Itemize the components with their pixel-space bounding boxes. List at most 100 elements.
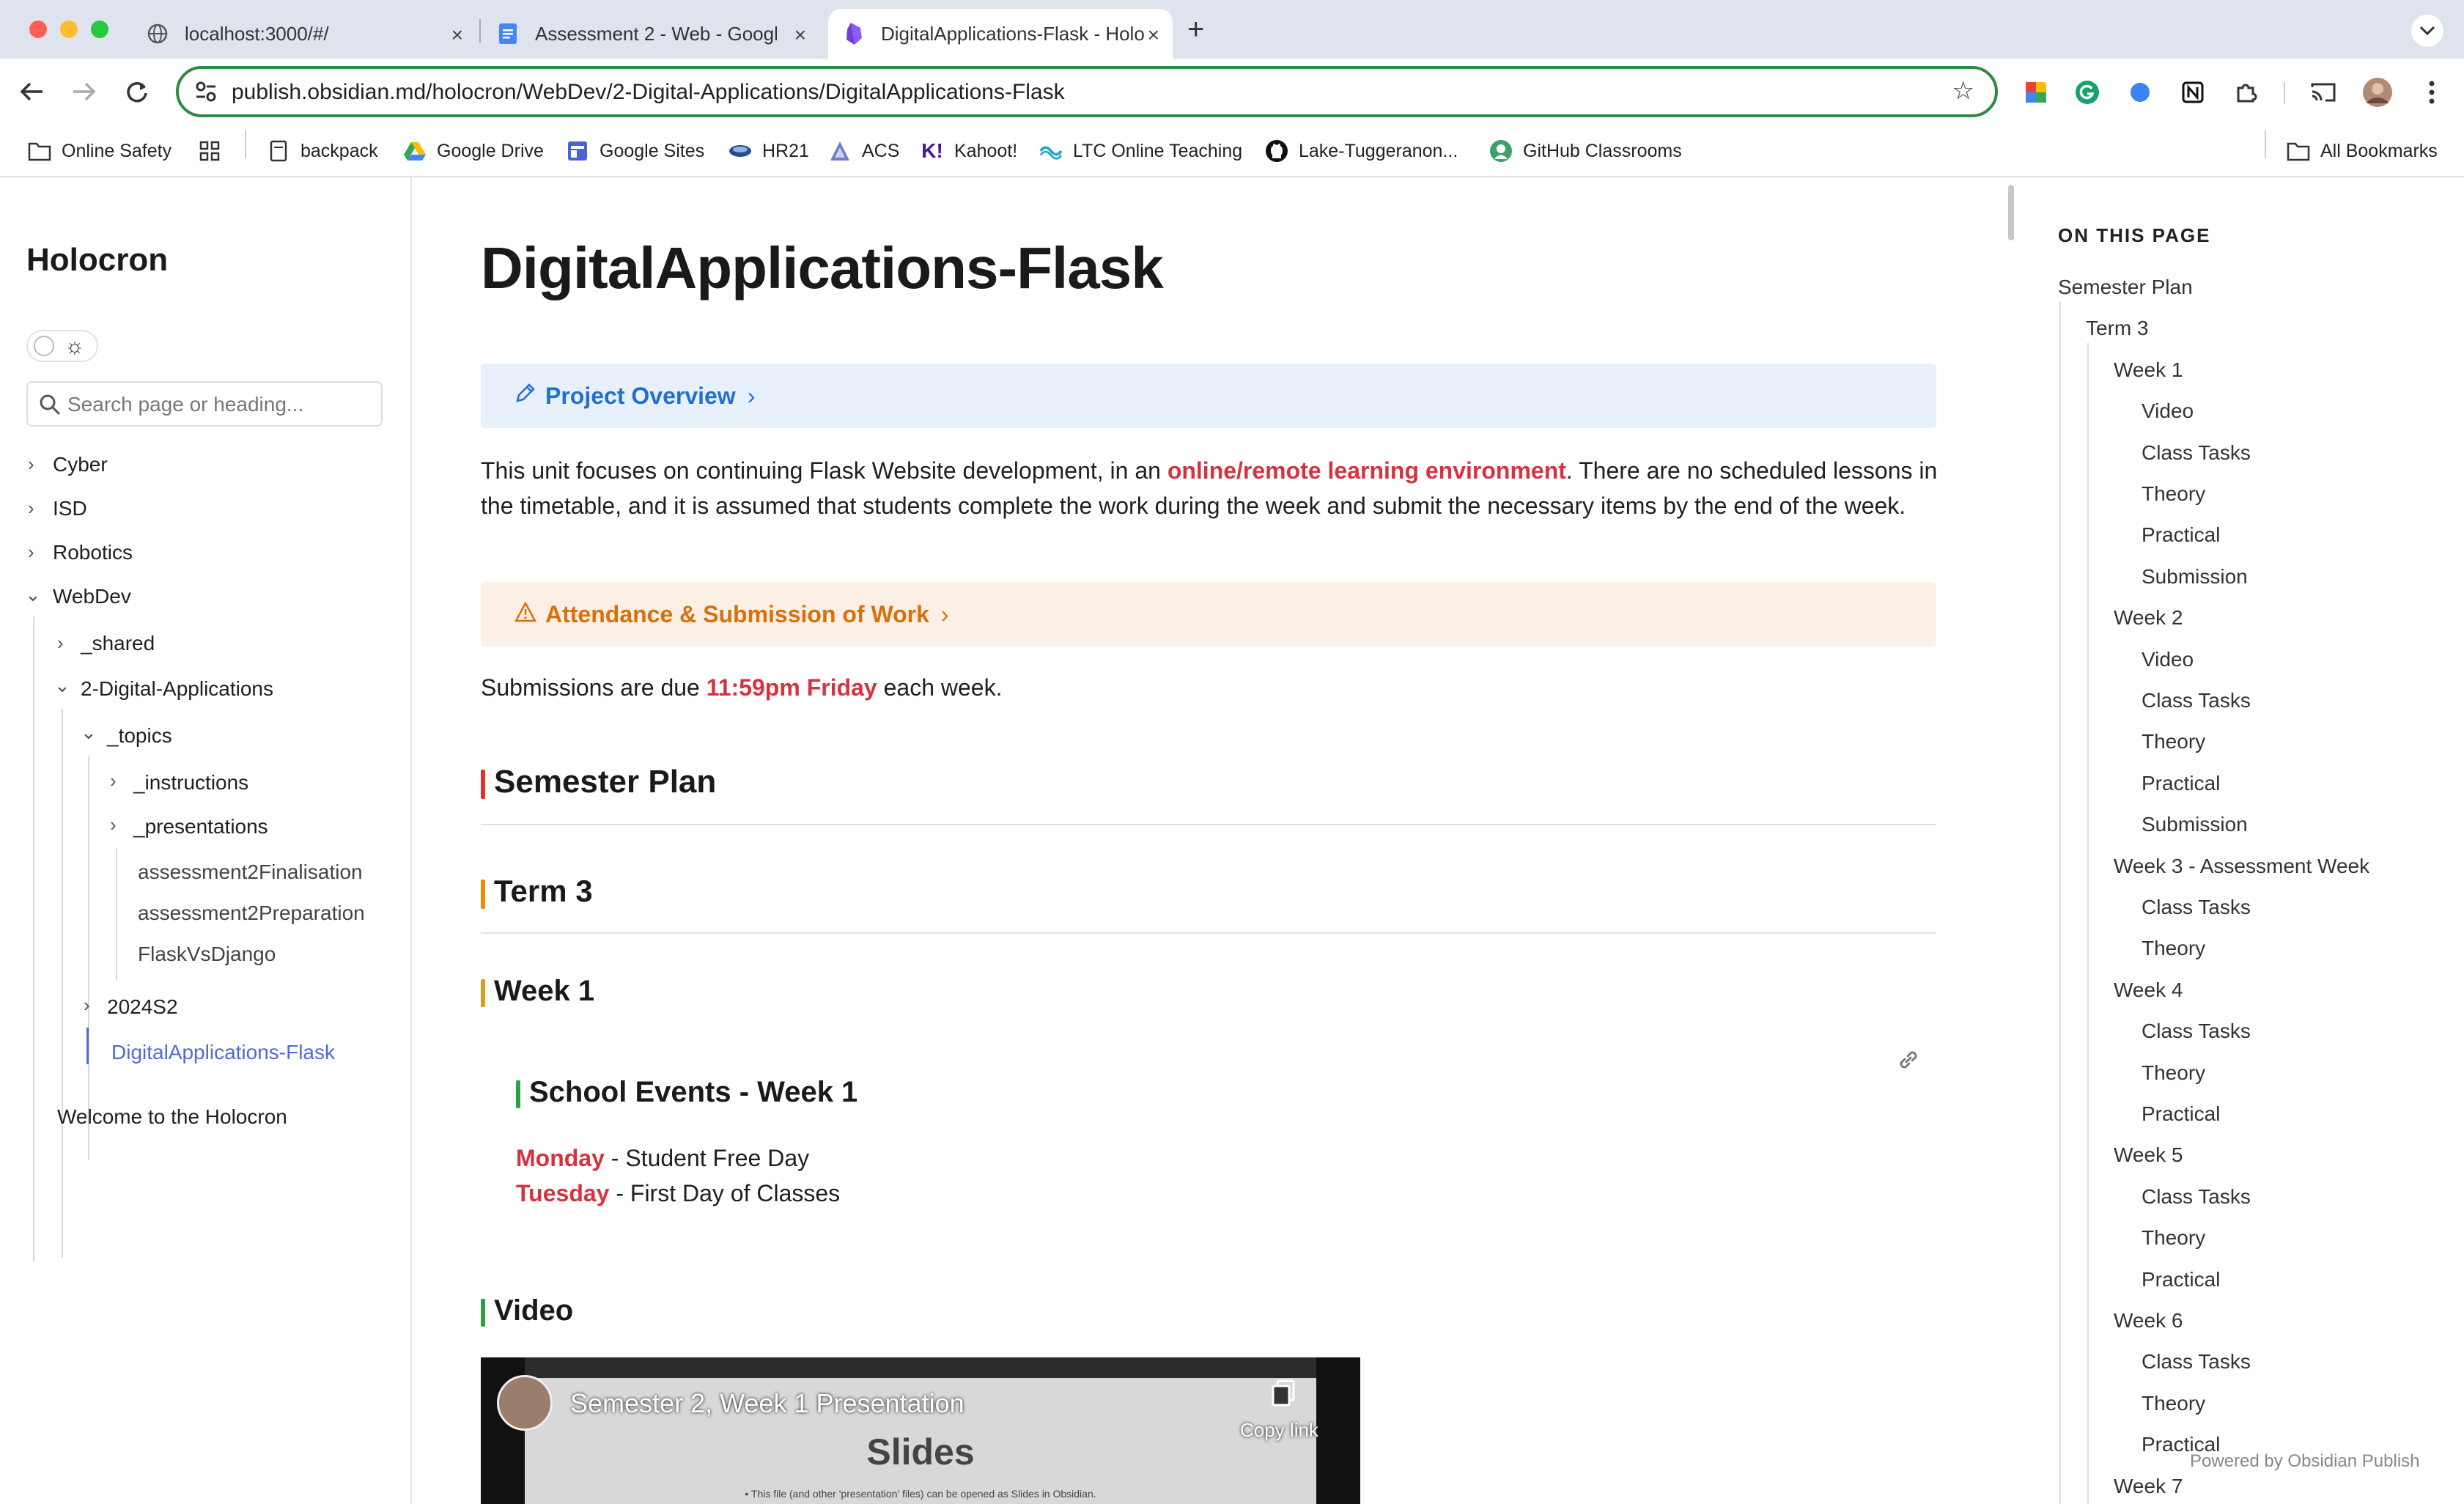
search-box[interactable] [26, 381, 383, 427]
reload-button[interactable] [120, 75, 154, 108]
toc-item[interactable]: Week 6 [2114, 1309, 2183, 1332]
bookmark-ltc-online-teaching[interactable]: LTC Online Teaching [1039, 135, 1242, 167]
toc-item[interactable]: Theory [2142, 1226, 2205, 1250]
kebab-menu-icon[interactable] [2419, 79, 2445, 106]
nav-item-digitalapplications-flask[interactable]: DigitalApplications-Flask [111, 1041, 335, 1064]
toc-item[interactable]: Submission [2142, 813, 2248, 836]
copy-link-button[interactable]: Copy link [1240, 1419, 1318, 1442]
toc-item[interactable]: Week 7 [2114, 1475, 2183, 1498]
video-embed[interactable]: Slides • This file (and other 'presentat… [481, 1357, 1360, 1504]
toc-item[interactable]: Week 3 - Assessment Week [2114, 855, 2369, 878]
nav-item-2-digital-applications[interactable]: 2-Digital-Applications [81, 677, 273, 701]
close-tab-icon[interactable]: × [1148, 23, 1159, 47]
profile-avatar[interactable] [2361, 76, 2394, 108]
toc-item[interactable]: Class Tasks [2142, 896, 2251, 919]
zoom-window-button[interactable] [91, 21, 108, 38]
powered-by[interactable]: Powered by Obsidian Publish [2190, 1451, 2420, 1472]
bookmark-github-classrooms[interactable]: GitHub Classrooms [1489, 135, 1682, 167]
toc-item[interactable]: Week 4 [2114, 978, 2183, 1002]
nav-item-assessment2preparation[interactable]: assessment2Preparation [138, 902, 365, 925]
main-scrollbar[interactable] [2008, 185, 2014, 240]
chevron-right-icon[interactable]: › [28, 497, 34, 520]
site-title[interactable]: Holocron [26, 242, 168, 279]
nav-item-flaskvsdjango[interactable]: FlaskVsDjango [138, 943, 276, 966]
bookmark-google-sites[interactable]: Google Sites [566, 135, 704, 167]
photos-extension-icon[interactable] [2023, 79, 2049, 106]
toc-item[interactable]: Submission [2142, 565, 2248, 589]
chevron-down-icon[interactable]: ⌄ [25, 583, 41, 606]
chevron-right-icon[interactable]: › [28, 541, 34, 564]
nav-item-instructions[interactable]: _instructions [133, 771, 248, 795]
close-window-button[interactable] [29, 21, 47, 38]
nav-item-robotics[interactable]: Robotics [53, 541, 133, 564]
bookmark-apps[interactable] [198, 135, 232, 167]
nav-item-webdev[interactable]: WebDev [53, 585, 131, 608]
address-bar[interactable]: publish.obsidian.md/holocron/WebDev/2-Di… [176, 66, 1998, 117]
url-text[interactable]: publish.obsidian.md/holocron/WebDev/2-Di… [232, 80, 1065, 105]
minimize-window-button[interactable] [60, 21, 78, 38]
bookmark-lake-tuggeranong[interactable]: Lake-Tuggeranon... [1265, 135, 1458, 167]
nav-item-isd[interactable]: ISD [53, 497, 87, 520]
toc-item[interactable]: Theory [2142, 482, 2205, 506]
link-icon[interactable] [1895, 1047, 1922, 1077]
toc-item[interactable]: Video [2142, 399, 2194, 423]
blue-dot-extension-icon[interactable] [2127, 79, 2153, 106]
toc-item[interactable]: Class Tasks [2142, 1350, 2251, 1374]
video-title[interactable]: Semester 2, Week 1 Presentation [570, 1388, 964, 1419]
toc-item[interactable]: Practical [2142, 1268, 2220, 1291]
copy-icon[interactable] [1271, 1379, 1296, 1411]
search-input[interactable] [67, 391, 375, 418]
bookmark-online-safety[interactable]: Online Safety [28, 135, 171, 167]
toc-item[interactable]: Class Tasks [2142, 689, 2251, 712]
cast-icon[interactable] [2310, 79, 2336, 106]
chevron-right-icon[interactable]: › [110, 814, 117, 836]
chevron-right-icon[interactable]: › [110, 770, 117, 792]
extensions-puzzle-icon[interactable] [2232, 79, 2259, 106]
notion-icon[interactable] [2180, 79, 2206, 106]
channel-avatar[interactable] [497, 1375, 553, 1431]
grammarly-icon[interactable] [2074, 79, 2100, 106]
tab-holocron[interactable]: DigitalApplications-Flask - Holocron × [828, 9, 1173, 59]
toc-item[interactable]: Week 5 [2114, 1143, 2183, 1167]
nav-item-cyber[interactable]: Cyber [53, 453, 108, 476]
new-tab-button[interactable]: + [1187, 13, 1204, 46]
chevron-down-icon[interactable]: ⌄ [81, 721, 97, 744]
toc-item[interactable]: Term 3 [2086, 317, 2149, 340]
chevron-down-icon[interactable]: ⌄ [54, 674, 70, 697]
toc-item[interactable]: Theory [2142, 1392, 2205, 1415]
toc-item[interactable]: Practical [2142, 1102, 2220, 1126]
site-settings-icon[interactable] [193, 79, 218, 108]
toc-item[interactable]: Class Tasks [2142, 441, 2251, 465]
chevron-right-icon[interactable]: › [28, 453, 34, 476]
nav-item-topics[interactable]: _topics [107, 724, 172, 748]
nav-item-presentations[interactable]: _presentations [133, 815, 268, 838]
bookmark-google-drive[interactable]: Google Drive [403, 135, 544, 167]
toc-item[interactable]: Class Tasks [2142, 1185, 2251, 1209]
chevron-right-icon[interactable]: › [84, 994, 90, 1017]
theme-toggle[interactable]: ☼ [26, 330, 98, 362]
tab-search-button[interactable] [2411, 15, 2443, 47]
toc-item[interactable]: Theory [2142, 1061, 2205, 1085]
star-bookmark-icon[interactable]: ☆ [1952, 76, 1974, 106]
bookmark-hr21[interactable]: HR21 [728, 135, 809, 167]
toc-item[interactable]: Practical [2142, 772, 2220, 795]
tab-localhost[interactable]: localhost:3000/#/ × [132, 9, 476, 59]
bookmark-all-bookmarks[interactable]: All Bookmarks [2287, 135, 2438, 167]
toc-item[interactable]: Theory [2142, 730, 2205, 753]
callout-project-overview[interactable]: Project Overview › [481, 364, 1936, 428]
toc-item[interactable]: Practical [2142, 523, 2220, 547]
bookmark-backpack[interactable]: backpack [267, 135, 378, 167]
toc-item[interactable]: Theory [2142, 937, 2205, 960]
nav-item-shared[interactable]: _shared [81, 632, 155, 655]
toc-item[interactable]: Class Tasks [2142, 1020, 2251, 1043]
tab-google-docs[interactable]: Assessment 2 - Web - Google Docs × [482, 9, 819, 59]
nav-item-assessment2finalisation[interactable]: assessment2Finalisation [138, 860, 363, 884]
bookmark-kahoot[interactable]: K! Kahoot! [921, 135, 1017, 167]
callout-attendance[interactable]: Attendance & Submission of Work › [481, 582, 1936, 646]
nav-item-welcome[interactable]: Welcome to the Holocron [57, 1105, 287, 1129]
back-button[interactable] [15, 75, 48, 108]
toc-item[interactable]: Semester Plan [2058, 276, 2193, 299]
close-tab-icon[interactable]: × [794, 23, 806, 47]
toc-item[interactable]: Video [2142, 648, 2194, 671]
forward-button[interactable] [67, 75, 101, 108]
